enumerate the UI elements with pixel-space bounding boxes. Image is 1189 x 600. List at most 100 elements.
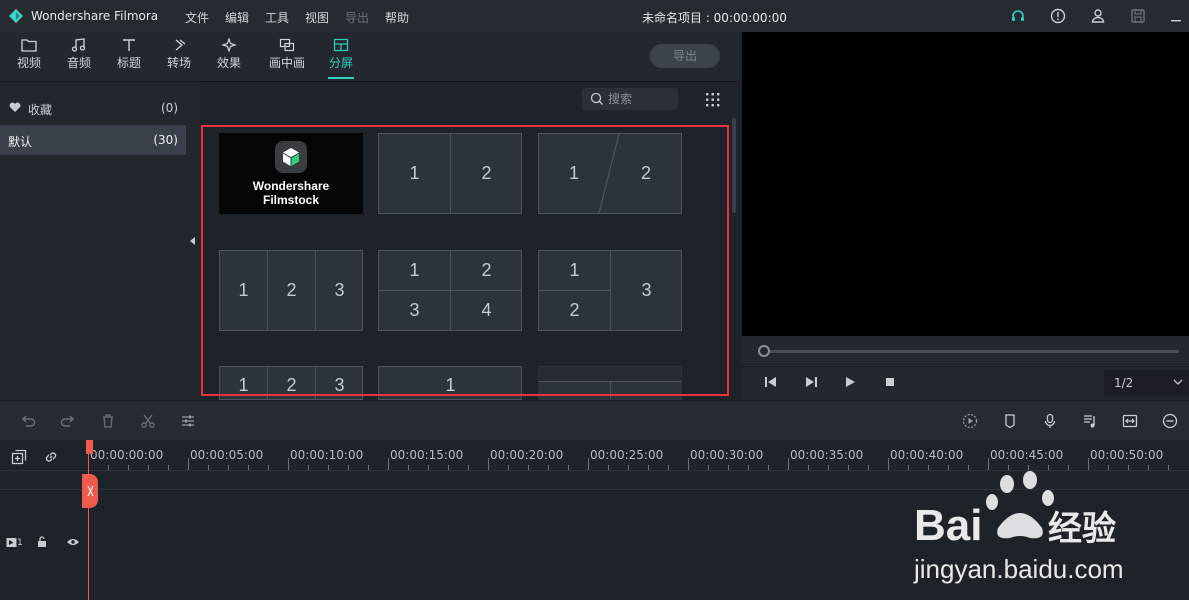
zoom-out-icon[interactable] [1162,413,1178,429]
stop-icon[interactable] [884,376,896,388]
menu-file[interactable]: 文件 [185,9,209,26]
play-icon[interactable] [844,376,856,388]
save-disk-icon[interactable] [1130,8,1146,24]
fit-timeline-icon[interactable] [1122,413,1138,429]
split-2-diagonal-tile[interactable]: 1 2 [538,133,682,214]
split-cell: 3 [610,251,681,330]
split-cell: 2 [640,163,651,183]
split-cell: 4 [450,290,521,330]
ruler-time-label: 00:00:30:00 [690,448,764,462]
prev-frame-icon[interactable] [764,376,778,388]
headset-icon[interactable] [1010,8,1026,24]
eye-visibility-icon[interactable] [66,537,80,547]
split-cell-blank [539,381,611,399]
collapse-panel-arrow-icon[interactable] [190,237,195,245]
ruler-time-label: 00:00:15:00 [390,448,464,462]
undo-icon[interactable] [20,413,36,429]
tab-video-label: 视频 [16,56,41,70]
baidu-jingyan-watermark: Bai 经验 jingyan.baidu.com [913,471,1124,584]
grid-view-icon[interactable] [706,93,720,107]
category-favorites[interactable]: 收藏 (0) [0,93,186,123]
split-cell: 3 [315,251,362,330]
media-tabs-bar: 视频 音频 标题 转场 效果 画中画 分屏 导出 [0,32,740,82]
split-cell: 1 [379,134,451,213]
menu-edit[interactable]: 编辑 [225,9,249,26]
menu-help[interactable]: 帮助 [385,9,409,26]
category-default-count: (30) [153,133,178,147]
split-3-vertical-tile[interactable]: 1 2 3 [219,250,363,331]
ruler-tick [288,458,289,470]
delete-trash-icon[interactable] [100,413,116,429]
playback-progress-track[interactable] [764,350,1179,353]
tab-audio[interactable]: 音频 [59,36,99,78]
search-box[interactable] [582,88,678,110]
playback-progress-knob[interactable] [758,345,770,357]
ruler-tick [488,458,489,470]
tab-effects-label: 效果 [216,56,241,70]
split-2-vertical-tile[interactable]: 1 2 [378,133,522,214]
add-track-icon[interactable] [11,449,27,465]
video-preview [742,32,1189,336]
category-favorites-count: (0) [161,101,178,115]
split-3-left-stack-tile[interactable]: 1 2 3 [538,250,682,331]
tab-titles[interactable]: 标题 [109,36,149,78]
ruler-time-label: 00:00:00:00 [90,448,164,462]
export-button[interactable]: 导出 [650,44,720,68]
split-loading-tile[interactable] [538,366,682,400]
split-3-horizontal-tile[interactable]: 1 2 3 [219,366,363,400]
scissors-cut-icon[interactable] [140,413,156,429]
link-icon[interactable] [43,449,59,465]
split-cell: 2 [267,367,316,399]
menu-view[interactable]: 视图 [305,9,329,26]
split-screen-icon [333,38,349,52]
tab-split-screen[interactable]: 分屏 [321,36,361,79]
audio-mixer-icon[interactable] [1082,413,1098,429]
tab-titles-label: 标题 [116,56,141,70]
filmstock-logo-icon [275,141,307,173]
tab-effects[interactable]: 效果 [209,36,249,78]
filmstock-promo-tile[interactable]: Wondershare Filmstock [219,133,363,214]
redo-icon[interactable] [60,413,76,429]
ruler-time-label: 00:00:40:00 [890,448,964,462]
menu-export[interactable]: 导出 [345,9,369,26]
render-preview-icon[interactable] [962,413,978,429]
adjust-sliders-icon[interactable] [180,413,196,429]
marker-icon[interactable] [1002,413,1018,429]
split-cell: 3 [379,290,451,330]
preview-page-select[interactable]: 1/2 [1104,370,1189,396]
ruler-time-label: 00:00:20:00 [490,448,564,462]
preview-controls: 1/2 [742,336,1189,400]
microphone-icon[interactable] [1042,413,1058,429]
tab-transitions[interactable]: 转场 [159,36,199,78]
playhead-line[interactable] [88,440,89,600]
tab-video[interactable]: 视频 [9,36,49,78]
category-default[interactable]: 默认 (30) [0,125,186,155]
minimize-icon[interactable] [1168,8,1184,24]
music-note-icon [71,38,86,52]
filmstock-brand-line2: Filmstock [262,193,319,207]
timeline-ruler[interactable]: 00:00:00:00 00:00:05:00 00:00:10:00 00:00:1… [88,440,1189,470]
ruler-time-label: 00:00:25:00 [590,448,664,462]
ruler-time-label: 00:00:10:00 [290,448,364,462]
library-scrollbar[interactable] [732,118,736,213]
tab-pip-label: 画中画 [268,56,305,70]
search-input[interactable] [608,91,674,107]
tab-split-screen-label: 分屏 [328,56,353,70]
ruler-tick [788,458,789,470]
split-cell-blank [610,381,681,399]
category-panel: 收藏 (0) 默认 (30) [0,83,200,400]
info-alert-icon[interactable] [1050,8,1066,24]
split-1-top-tile[interactable]: 1 [378,366,522,400]
menu-tools[interactable]: 工具 [265,9,289,26]
user-account-icon[interactable] [1090,8,1106,24]
split-4-grid-tile[interactable]: 1 2 3 4 [378,250,522,331]
project-title: 未命名项目 : 00:00:00:00 [642,11,787,25]
next-frame-icon[interactable] [804,376,818,388]
tab-audio-label: 音频 [66,56,91,70]
lock-open-icon[interactable] [37,536,47,548]
split-cell: 1 [220,251,268,330]
playhead-handle[interactable] [82,474,98,508]
filmora-window: Wondershare Filmora 文件 编辑 工具 视图 导出 帮助 未命… [0,0,1189,600]
tab-pip[interactable]: 画中画 [265,36,309,78]
effects-sparkle-icon [221,38,237,52]
